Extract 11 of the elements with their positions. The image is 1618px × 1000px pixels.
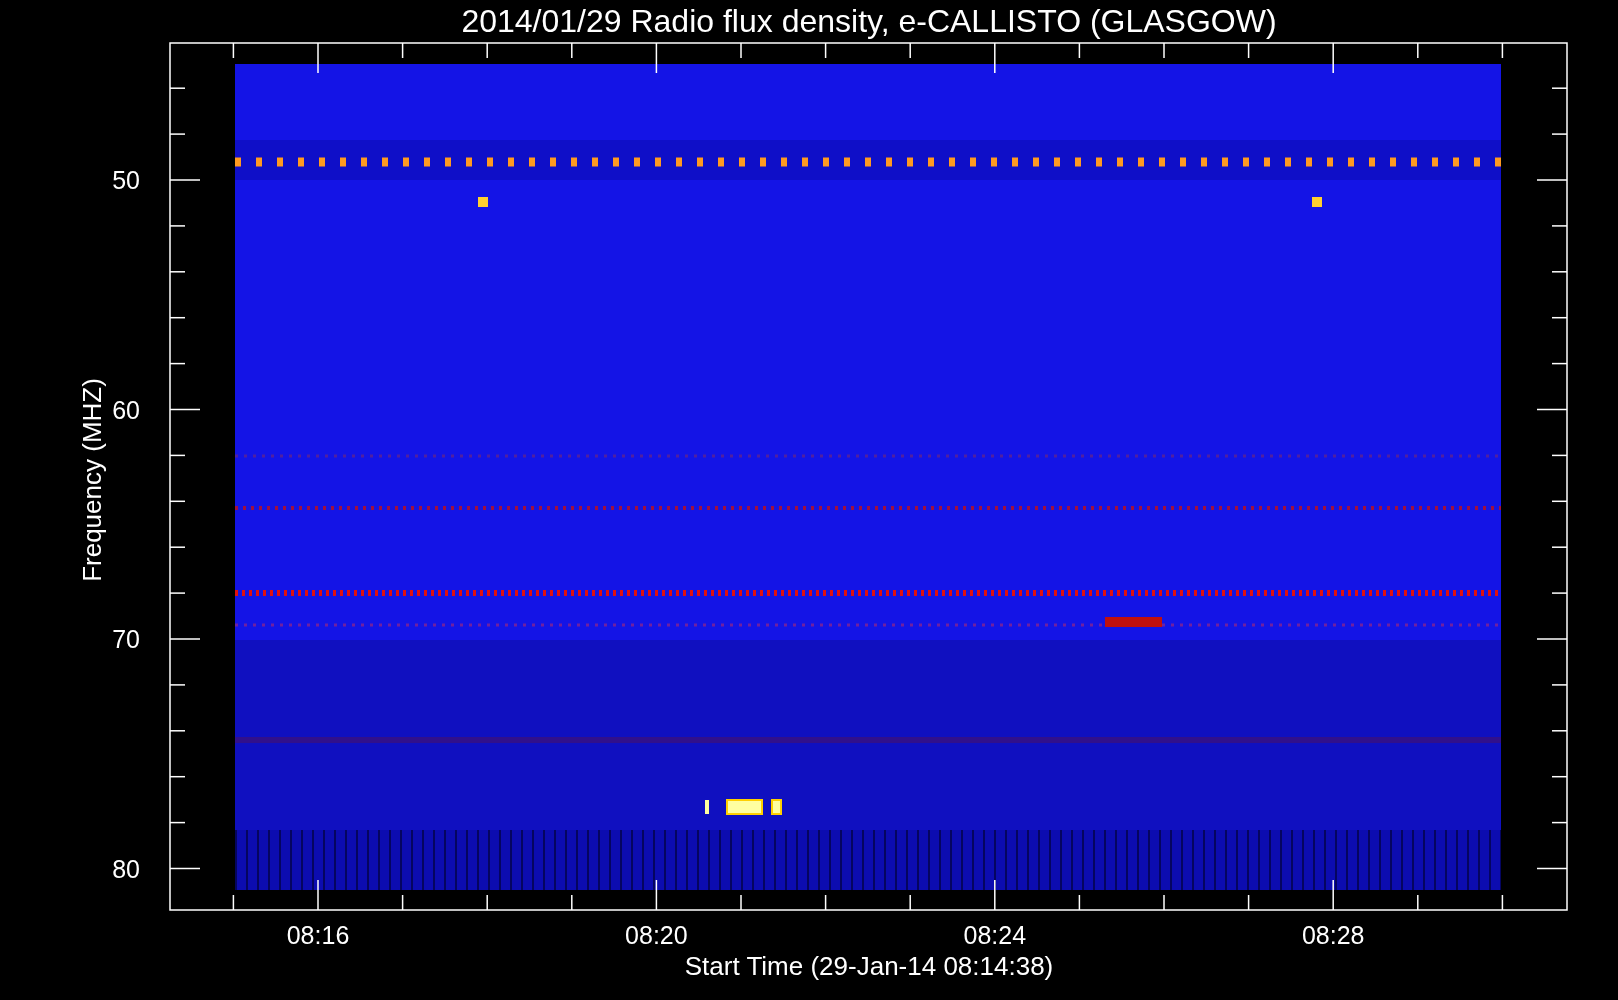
chart-title: 2014/01/29 Radio flux density, e-CALLISTO (GLASGOW)	[461, 3, 1277, 39]
y-tick-label: 60	[112, 395, 140, 424]
x-axis-label: Start Time (29-Jan-14 08:14:38)	[684, 951, 1054, 981]
x-tick-label: 08:16	[286, 921, 350, 949]
x-tick-label: 08:24	[963, 921, 1027, 949]
y-tick-label: 80	[112, 854, 140, 883]
x-tick-label: 08:28	[1301, 921, 1365, 949]
x-tick-label: 08:20	[625, 921, 688, 949]
y-tick-label: 70	[112, 625, 140, 653]
y-tick-label: 50	[112, 166, 140, 194]
y-axis-label: Frequency (MHZ)	[77, 378, 107, 582]
